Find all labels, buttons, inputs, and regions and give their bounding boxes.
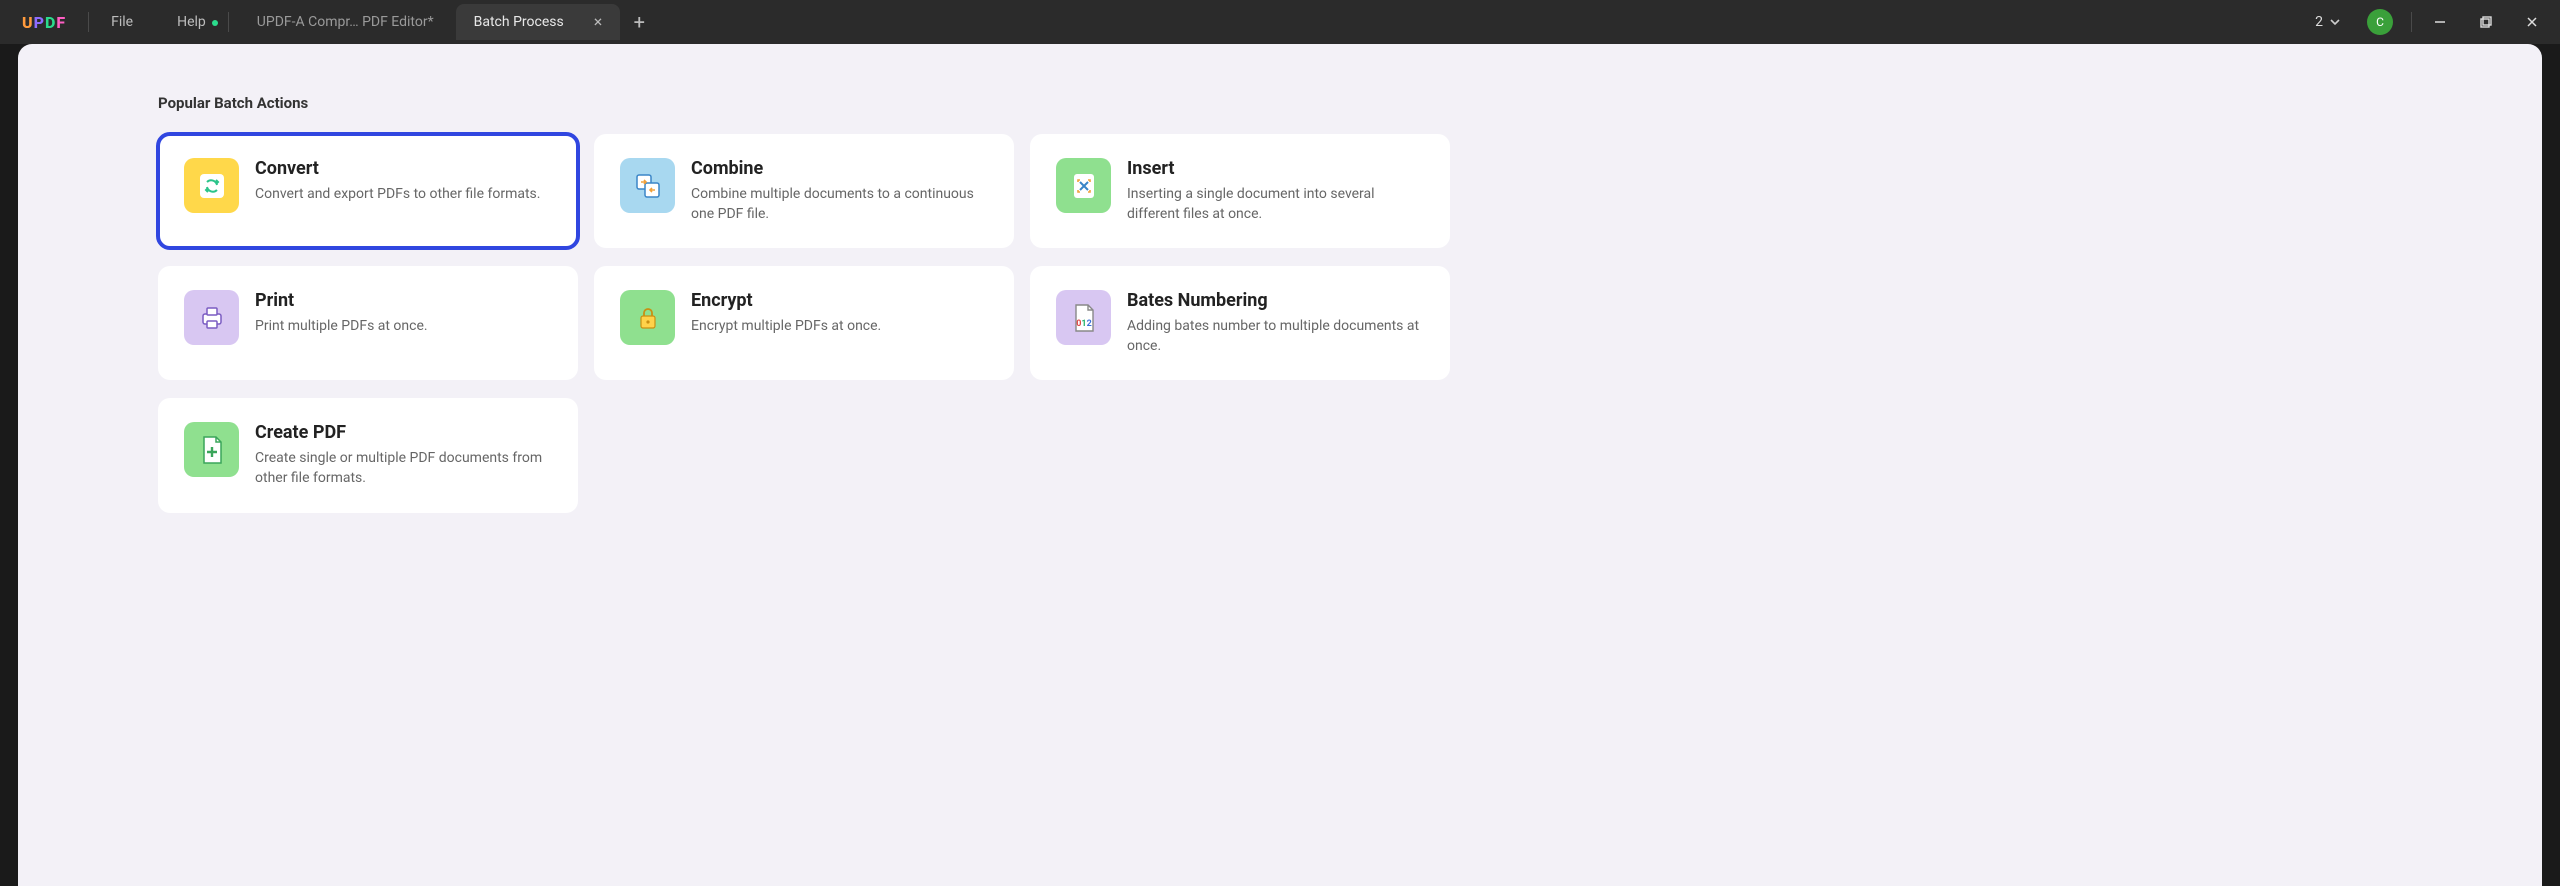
avatar[interactable]: C (2367, 9, 2393, 35)
card-desc: Combine multiple documents to a continuo… (691, 185, 988, 224)
card-title: Encrypt (691, 290, 881, 311)
cards-grid: Convert Convert and export PDFs to other… (158, 134, 2402, 513)
card-desc: Create single or multiple PDF documents … (255, 449, 552, 488)
card-desc: Convert and export PDFs to other file fo… (255, 185, 540, 205)
card-desc: Adding bates number to multiple document… (1127, 317, 1424, 356)
maximize-icon (2479, 15, 2493, 29)
close-button[interactable] (2514, 4, 2550, 40)
card-text: Create PDF Create single or multiple PDF… (255, 422, 552, 488)
workspace: Popular Batch Actions Convert Convert an… (18, 44, 2542, 886)
card-title: Combine (691, 158, 988, 179)
maximize-button[interactable] (2468, 4, 2504, 40)
count-value: 2 (2315, 14, 2323, 30)
card-title: Convert (255, 158, 540, 179)
convert-icon (184, 158, 239, 213)
card-desc: Print multiple PDFs at once. (255, 317, 428, 337)
card-title: Bates Numbering (1127, 290, 1424, 311)
close-icon[interactable]: × (594, 14, 603, 30)
chevron-down-icon (2329, 16, 2341, 28)
menu-file[interactable]: File (89, 14, 155, 30)
new-tab-button[interactable]: + (624, 10, 654, 34)
window-count-dropdown[interactable]: 2 (2307, 10, 2349, 34)
encrypt-icon (620, 290, 675, 345)
menu-help-label: Help (177, 14, 206, 30)
card-create-pdf[interactable]: Create PDF Create single or multiple PDF… (158, 398, 578, 512)
card-combine[interactable]: Combine Combine multiple documents to a … (594, 134, 1014, 248)
window-controls: 2 C (2307, 4, 2550, 40)
card-desc: Encrypt multiple PDFs at once. (691, 317, 881, 337)
card-convert[interactable]: Convert Convert and export PDFs to other… (158, 134, 578, 248)
insert-icon (1056, 158, 1111, 213)
card-desc: Inserting a single document into several… (1127, 185, 1424, 224)
combine-icon (620, 158, 675, 213)
bates-icon: 012 (1056, 290, 1111, 345)
divider (228, 12, 229, 32)
close-icon (2525, 15, 2539, 29)
card-text: Combine Combine multiple documents to a … (691, 158, 988, 224)
create-pdf-icon (184, 422, 239, 477)
tab-label: UPDF-A Compr… PDF Editor* (257, 14, 434, 30)
card-text: Bates Numbering Adding bates number to m… (1127, 290, 1424, 356)
title-bar: UPDF File Help UPDF-A Compr… PDF Editor*… (0, 0, 2560, 44)
menu-help[interactable]: Help (155, 14, 228, 30)
section-title: Popular Batch Actions (158, 94, 2402, 112)
card-print[interactable]: Print Print multiple PDFs at once. (158, 266, 578, 380)
tab-label: Batch Process (474, 14, 564, 30)
tab-batch-process[interactable]: Batch Process × (456, 4, 621, 40)
card-bates-numbering[interactable]: 012 Bates Numbering Adding bates number … (1030, 266, 1450, 380)
card-text: Convert Convert and export PDFs to other… (255, 158, 540, 205)
svg-text:012: 012 (1076, 319, 1092, 329)
card-encrypt[interactable]: Encrypt Encrypt multiple PDFs at once. (594, 266, 1014, 380)
card-title: Create PDF (255, 422, 552, 443)
card-title: Insert (1127, 158, 1424, 179)
tab-document[interactable]: UPDF-A Compr… PDF Editor* (239, 4, 452, 40)
minimize-button[interactable] (2422, 4, 2458, 40)
app-logo: UPDF (0, 13, 88, 32)
card-title: Print (255, 290, 428, 311)
card-insert[interactable]: Insert Inserting a single document into … (1030, 134, 1450, 248)
minimize-icon (2433, 15, 2447, 29)
card-text: Insert Inserting a single document into … (1127, 158, 1424, 224)
notification-dot-icon (212, 20, 218, 26)
print-icon (184, 290, 239, 345)
tab-bar: UPDF-A Compr… PDF Editor* Batch Process … (239, 0, 2307, 44)
divider (2411, 12, 2412, 32)
card-text: Print Print multiple PDFs at once. (255, 290, 428, 337)
card-text: Encrypt Encrypt multiple PDFs at once. (691, 290, 881, 337)
